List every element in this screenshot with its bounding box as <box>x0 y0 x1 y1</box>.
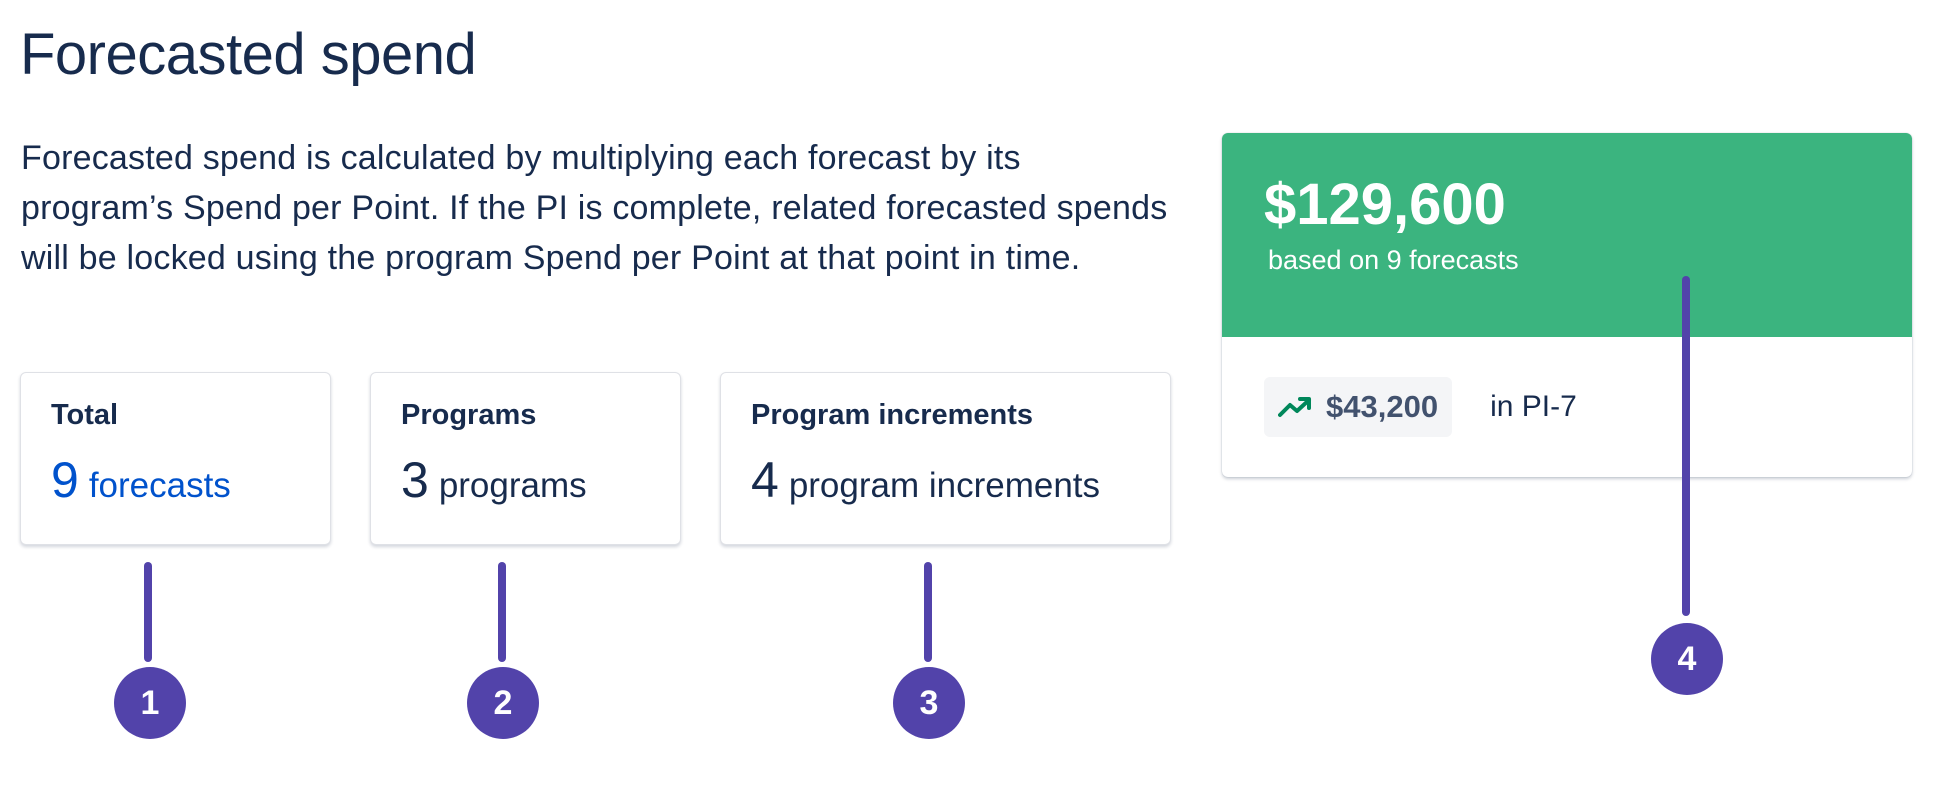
trend-badge: $43,200 <box>1264 377 1453 437</box>
programs-unit: programs <box>438 466 587 505</box>
forecast-summary-card: $129,600 based on 9 forecasts $43,200 in… <box>1222 133 1912 477</box>
increments-unit: program increments <box>788 466 1101 505</box>
increments-stat-card: Program increments 4 program increments <box>720 372 1171 545</box>
callout-marker-3: 3 <box>893 667 965 739</box>
summary-subtitle: based on 9 forecasts <box>1268 245 1519 275</box>
programs-count: 3 <box>401 452 429 508</box>
callout-line-3 <box>924 562 932 662</box>
callout-line-2 <box>498 562 506 662</box>
callout-marker-4: 4 <box>1651 623 1723 695</box>
description-text: Forecasted spend is calculated by multip… <box>21 139 1168 277</box>
callout-line-1 <box>144 562 152 662</box>
increments-value-row: 4 program increments <box>751 455 1140 518</box>
increments-label: Program increments <box>751 399 1034 431</box>
trending-up-icon <box>1278 396 1312 418</box>
total-count: 9 <box>51 452 79 508</box>
callout-marker-2: 2 <box>467 667 539 739</box>
trend-context: in PI-7 <box>1490 390 1577 423</box>
total-forecasts-link[interactable]: 9 forecasts <box>51 455 231 505</box>
summary-amount: $129,600 <box>1264 172 1506 237</box>
programs-value-row: 3 programs <box>401 455 650 518</box>
programs-stat-card: Programs 3 programs <box>370 372 681 545</box>
total-unit: forecasts <box>88 466 231 505</box>
total-label: Total <box>51 399 119 431</box>
programs-label: Programs <box>401 399 537 431</box>
callout-line-4 <box>1682 276 1690 616</box>
summary-header: $129,600 based on 9 forecasts <box>1222 133 1912 337</box>
page-title: Forecasted spend <box>20 22 477 87</box>
callout-marker-1: 1 <box>114 667 186 739</box>
increments-count: 4 <box>751 452 779 508</box>
summary-footer: $43,200 in PI-7 <box>1222 337 1912 477</box>
trend-value: $43,200 <box>1326 389 1439 424</box>
total-value-row: 9 forecasts <box>51 455 300 518</box>
total-stat-card: Total 9 forecasts <box>20 372 331 545</box>
